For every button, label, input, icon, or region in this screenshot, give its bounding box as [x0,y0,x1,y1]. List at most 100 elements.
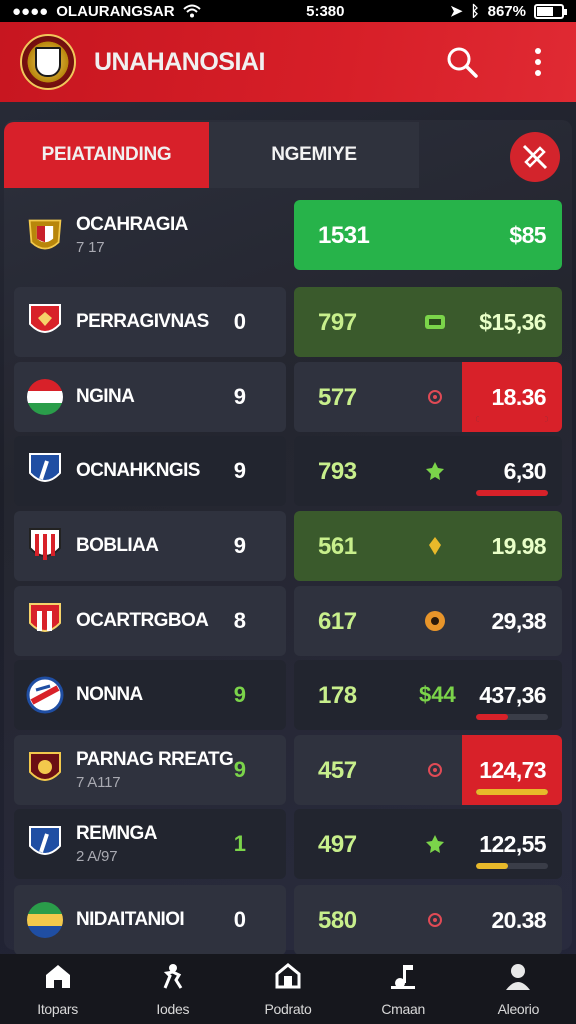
music-icon [389,962,417,995]
clock: 5:380 [306,2,345,20]
team-row[interactable]: REMNGA 2 A/97 1 497 122,55 [14,809,564,879]
tab-label: NGEMIYE [271,144,357,165]
team-rank: 0 [233,907,246,932]
stadium-icon [274,962,302,995]
club-logo [20,34,76,90]
team-row[interactable]: NIDAITANIOI 0 580 20.38 [14,885,564,955]
team-rank: 9 [233,533,246,558]
team-cell: OCNAHKNGIS 9 [14,436,286,506]
crossed-tools-icon [522,144,548,170]
carrier-label: OLAURANGSAR [56,2,175,20]
battery-percent: 867% [487,2,526,20]
tab-second[interactable]: NGEMIYE [209,122,419,188]
stat-marker-icon [424,460,446,482]
stat-value: 29,38 [491,607,546,634]
bottom-navigation: Itopars Iodes Podrato Cmaan Aleorio [0,954,576,1024]
filter-off-button[interactable] [510,132,560,182]
progress-bar [476,416,548,422]
progress-bar [476,789,548,795]
tab-bar: PEIATAINDING NGEMIYE [4,122,572,188]
more-options-button[interactable] [520,44,556,80]
team-row[interactable]: PERRAGIVNAS 0 797 $15,36 [14,287,564,357]
search-button[interactable] [444,44,480,80]
stat-count: 561 [318,533,357,560]
stat-count: 497 [318,831,357,858]
more-vertical-icon [535,48,541,76]
stat-marker-icon [424,833,446,855]
nav-item[interactable]: Cmaan [353,962,453,1017]
team-rank: 9 [233,682,246,707]
team-row[interactable]: OCNAHKNGIS 9 793 6,30 [14,436,564,506]
team-crest-icon [26,378,64,416]
team-row[interactable]: OCAHRAGIA 7 17 1531 $85 [14,200,564,270]
nav-item[interactable]: Aleorio [468,962,568,1017]
stat-count: 793 [318,458,357,485]
stat-value: 19.98 [491,532,546,559]
team-crest-icon [26,676,64,714]
team-row[interactable]: NONNA 9 178 $44 437,36 [14,660,564,730]
team-crest-icon [26,216,64,254]
team-rank: 0 [233,309,246,334]
stat-value: 20.38 [491,906,546,933]
stats-cell: 497 122,55 [294,809,562,879]
nav-label: Cmaan [381,1000,425,1017]
stat-marker-icon [424,909,446,931]
stat-marker-icon [424,224,446,246]
player-icon [159,962,187,995]
team-name: BOBLIAA [76,535,159,556]
team-subtitle: 7 17 [76,239,105,256]
tab-label: PEIATAINDING [41,144,172,165]
team-row[interactable]: BOBLIAA 9 561 19.98 [14,511,564,581]
team-name: PARNAG RREATG [76,749,234,770]
stats-cell: 617 29,38 [294,586,562,656]
progress-bar [476,714,548,720]
team-cell: NONNA 9 [14,660,286,730]
team-crest-icon [26,527,64,565]
tab-matches[interactable]: PEIATAINDING [4,122,209,188]
stat-value: $15,36 [479,308,546,335]
nav-label: Podrato [264,1000,312,1017]
stat-marker-icon [424,610,446,632]
stats-cell: 561 19.98 [294,511,562,581]
battery-icon [534,3,567,19]
team-subtitle: 7 A117 [76,774,121,791]
stat-count: 797 [318,309,357,336]
team-name: OCNAHKNGIS [76,460,200,481]
stat-marker-icon [424,759,446,781]
team-name: OCARTRGBOA [76,610,209,631]
nav-item[interactable]: Podrato [238,962,338,1017]
stats-cell: 178 $44 437,36 [294,660,562,730]
progress-bar [476,490,548,496]
team-crest-icon [26,825,64,863]
team-name: OCAHRAGIA [76,214,188,235]
team-name: NGINA [76,386,135,407]
profile-icon [504,962,532,995]
team-rank: 8 [233,608,246,633]
nav-label: Itopars [37,1000,78,1017]
team-name: NONNA [76,684,143,705]
nav-item[interactable]: Iodes [123,962,223,1017]
stats-cell: 580 20.38 [294,885,562,955]
stat-count: 457 [318,757,357,784]
stat-marker: $44 [419,682,456,707]
stat-count: 1531 [318,222,370,249]
app-title: UNAHANOSIAI [94,47,265,76]
team-rank: 9 [233,384,246,409]
stat-marker-icon [424,535,446,557]
team-row[interactable]: PARNAG RREATG 7 A117 9 457 124,73 [14,735,564,805]
stat-value: $85 [509,221,546,248]
wifi-icon [182,4,201,18]
team-row[interactable]: OCARTRGBOA 8 617 29,38 [14,586,564,656]
signal-dots-icon: ●●●● [12,2,49,20]
team-crest-icon [26,452,64,490]
team-subtitle: 2 A/97 [76,848,118,865]
home-icon [43,962,73,995]
team-cell: OCAHRAGIA 7 17 [14,200,286,270]
nav-item[interactable]: Itopars [8,962,108,1017]
stat-count: 617 [318,608,357,635]
app-header: UNAHANOSIAI [0,22,576,102]
stat-count: 577 [318,384,357,411]
team-crest-icon [26,751,64,789]
team-row[interactable]: NGINA 9 577 18.36 [14,362,564,432]
team-cell: OCARTRGBOA 8 [14,586,286,656]
